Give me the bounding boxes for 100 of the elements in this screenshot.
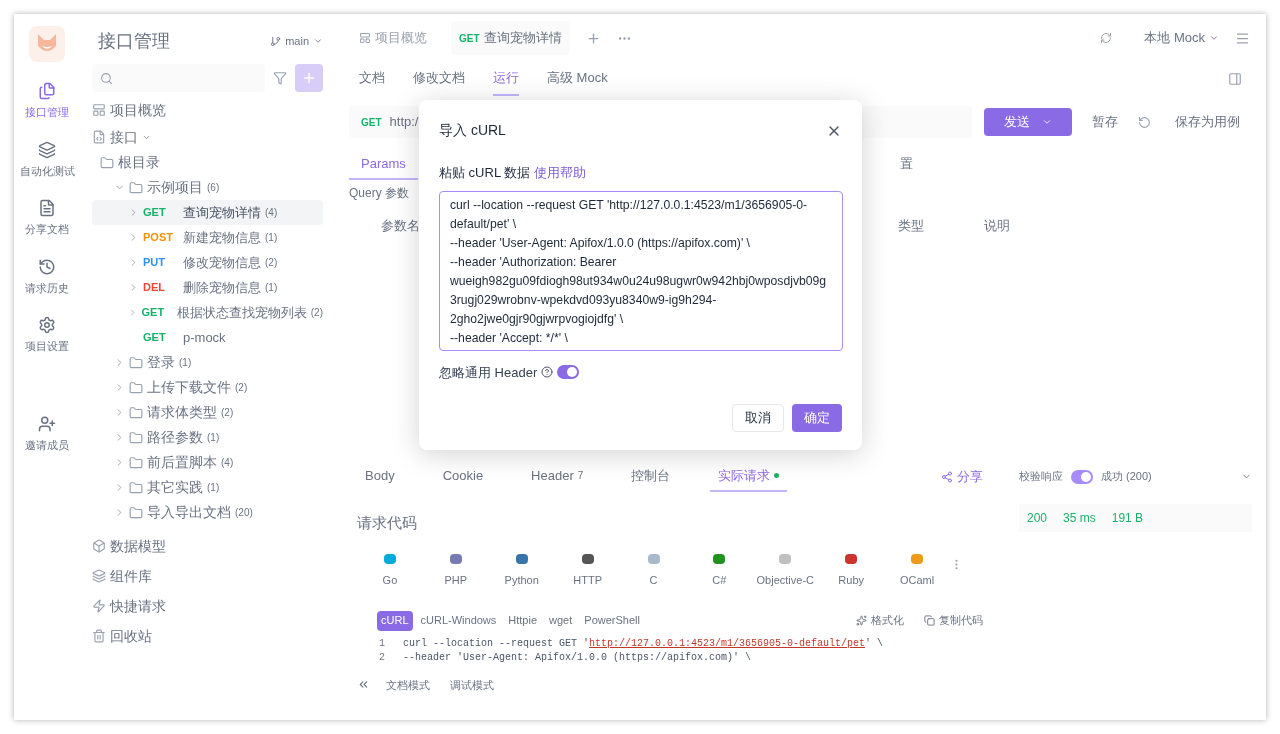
folder-item[interactable]: 其它实践 (1) xyxy=(92,475,323,500)
send-button[interactable]: 发送 xyxy=(984,108,1072,136)
api-item[interactable]: GET 根据状态查找宠物列表 (2) xyxy=(92,300,323,325)
folder-icon xyxy=(100,155,114,170)
sub-tab[interactable]: 运行 xyxy=(493,62,519,96)
environment-selector[interactable]: 本地 Mock xyxy=(1144,28,1219,48)
search-field[interactable] xyxy=(92,64,265,92)
language-option[interactable]: PHP xyxy=(422,554,489,589)
folder-name: 根目录 xyxy=(118,153,160,172)
copy-code-button[interactable]: 复制代码 xyxy=(924,612,983,629)
api-item[interactable]: GET 查询宠物详情 (4) xyxy=(92,200,323,225)
save-draft-button[interactable]: 暂存 xyxy=(1084,112,1126,132)
language-option[interactable]: OCaml xyxy=(884,554,950,589)
save-case-button[interactable]: 保存为用例 xyxy=(1163,112,1252,132)
folder-item[interactable]: 示例项目 (6) xyxy=(92,175,323,200)
api-group[interactable]: 接口 xyxy=(92,124,323,150)
rail-item[interactable]: 请求历史 xyxy=(25,257,69,296)
overview-item[interactable]: 项目概览 xyxy=(92,96,323,124)
response-tab[interactable]: 实际请求 xyxy=(710,461,788,492)
language-option[interactable]: Python xyxy=(488,554,555,589)
folder-item[interactable]: 前后置脚本 (4) xyxy=(92,450,323,475)
mode-button[interactable]: 调试模式 xyxy=(446,676,498,693)
rail-item[interactable]: 邀请成员 xyxy=(25,414,69,453)
trash-icon xyxy=(92,629,106,643)
variant-tab[interactable]: PowerShell xyxy=(580,610,644,631)
share-icon xyxy=(941,470,953,483)
language-option[interactable]: HTTP xyxy=(554,554,621,589)
language-option[interactable]: Go xyxy=(357,554,423,589)
help-link[interactable]: 使用帮助 xyxy=(534,163,587,183)
stat-value: 35 ms xyxy=(1063,509,1096,527)
validation-result[interactable]: 成功 (200) xyxy=(1101,468,1152,485)
folder-name: 上传下载文件 xyxy=(147,378,231,397)
curl-input[interactable]: curl --location --request GET 'http://127.0.0.1:4523/m1/3656905-0-default/pet' \ --header 'User-Agent: Apifox/1.0.0 (https://apifox.com)' \ --header 'Authorization: Bearer wueigh982gu09fdiogh98ut934w0u24u98ugwr0w942hbj0wposdjvb09g3rugj029wrobnv-wpekdvd093yu8340w9-ig9h294-2gho2jwe0gjr90gjwrpvogiojdfg' \ --header 'Accept: */*' \ xyxy=(439,190,843,351)
menu-icon[interactable] xyxy=(1235,30,1250,46)
sidebar-title: 接口管理 xyxy=(97,29,171,53)
folder-icon xyxy=(129,380,143,395)
url-text: http:/ xyxy=(389,113,419,132)
plus-icon xyxy=(301,70,317,86)
filter-icon[interactable] xyxy=(273,71,287,85)
method-label: GET xyxy=(361,115,382,130)
response-tab[interactable]: Cookie xyxy=(434,461,492,492)
variant-tab[interactable]: cURL xyxy=(377,610,413,631)
refresh-icon[interactable] xyxy=(1100,32,1113,44)
api-item[interactable]: PUT 修改宠物信息 (2) xyxy=(92,250,323,275)
language-option[interactable]: Objective-C xyxy=(752,554,819,589)
chevron-icon xyxy=(128,307,138,318)
format-button[interactable]: 格式化 xyxy=(856,612,904,629)
stat-value: 200 xyxy=(1027,509,1048,527)
share-link[interactable]: 分享 xyxy=(941,466,983,487)
response-tab[interactable]: 控制台 xyxy=(623,461,679,492)
search-icon xyxy=(100,71,113,85)
mode-button[interactable]: 文档模式 xyxy=(382,676,434,693)
folder-item[interactable]: 请求体类型 (2) xyxy=(92,400,323,425)
api-item[interactable]: POST 新建宠物信息 (1) xyxy=(92,225,323,250)
copy-icon xyxy=(924,615,935,626)
section-item[interactable]: 回收站 xyxy=(92,621,323,651)
reset-icon[interactable] xyxy=(1138,115,1151,129)
page-tab[interactable]: 项目概览 xyxy=(351,21,435,55)
folder-item[interactable]: 登录 (1) xyxy=(92,350,323,375)
language-option[interactable]: C# xyxy=(686,554,753,589)
validation-toggle[interactable] xyxy=(1071,469,1093,484)
language-option[interactable]: Ruby xyxy=(818,554,885,589)
language-option[interactable]: C xyxy=(620,554,687,589)
sub-tab[interactable]: 文档 xyxy=(359,62,385,96)
param-tab[interactable]: Params xyxy=(349,150,418,180)
rail-item[interactable]: 分享文档 xyxy=(25,199,69,238)
clock-icon xyxy=(38,257,56,276)
branch-selector[interactable]: main xyxy=(270,32,323,50)
section-item[interactable]: 组件库 xyxy=(92,561,323,591)
variant-tab[interactable]: Httpie xyxy=(504,610,542,631)
folder-item[interactable]: 路径参数 (1) xyxy=(92,425,323,450)
api-item[interactable]: DEL 删除宠物信息 (1) xyxy=(92,275,323,300)
sub-tab[interactable]: 高级 Mock xyxy=(547,62,608,96)
api-name: 修改宠物信息 xyxy=(183,253,261,272)
rail-item[interactable]: 项目设置 xyxy=(25,316,69,355)
page-tab[interactable]: GET 查询宠物详情 xyxy=(451,21,570,55)
ok-button[interactable]: 确定 xyxy=(792,404,842,432)
response-tab[interactable]: Body xyxy=(357,461,403,492)
param-tab[interactable]: 置 xyxy=(887,150,925,180)
help-icon[interactable] xyxy=(541,366,554,379)
section-item[interactable]: 快捷请求 xyxy=(92,591,323,621)
rail-item[interactable]: 接口管理 xyxy=(25,82,69,121)
rail-item[interactable]: 自动化测试 xyxy=(19,140,75,179)
panel-icon[interactable] xyxy=(1228,72,1242,86)
sub-tab[interactable]: 修改文档 xyxy=(413,62,465,96)
ignore-header-toggle[interactable] xyxy=(557,365,580,380)
folder-item[interactable]: 导入导出文档 (20) xyxy=(92,500,323,525)
item-count: (6) xyxy=(207,181,220,195)
add-tab-icon[interactable] xyxy=(585,30,601,46)
folder-name: 其它实践 xyxy=(147,478,203,497)
folder-item[interactable]: 上传下载文件 (2) xyxy=(92,375,323,400)
section-item[interactable]: 数据模型 xyxy=(92,531,323,561)
response-tab[interactable]: Header 7 xyxy=(523,461,592,492)
folder-item[interactable]: 根目录 xyxy=(92,150,323,175)
add-button[interactable] xyxy=(295,64,323,92)
api-item[interactable]: GET p-mock xyxy=(92,325,323,350)
item-count: (2) xyxy=(221,406,234,420)
variant-tab[interactable]: wget xyxy=(545,610,577,631)
cancel-button[interactable]: 取消 xyxy=(732,404,784,432)
variant-tab[interactable]: cURL-Windows xyxy=(416,610,501,631)
